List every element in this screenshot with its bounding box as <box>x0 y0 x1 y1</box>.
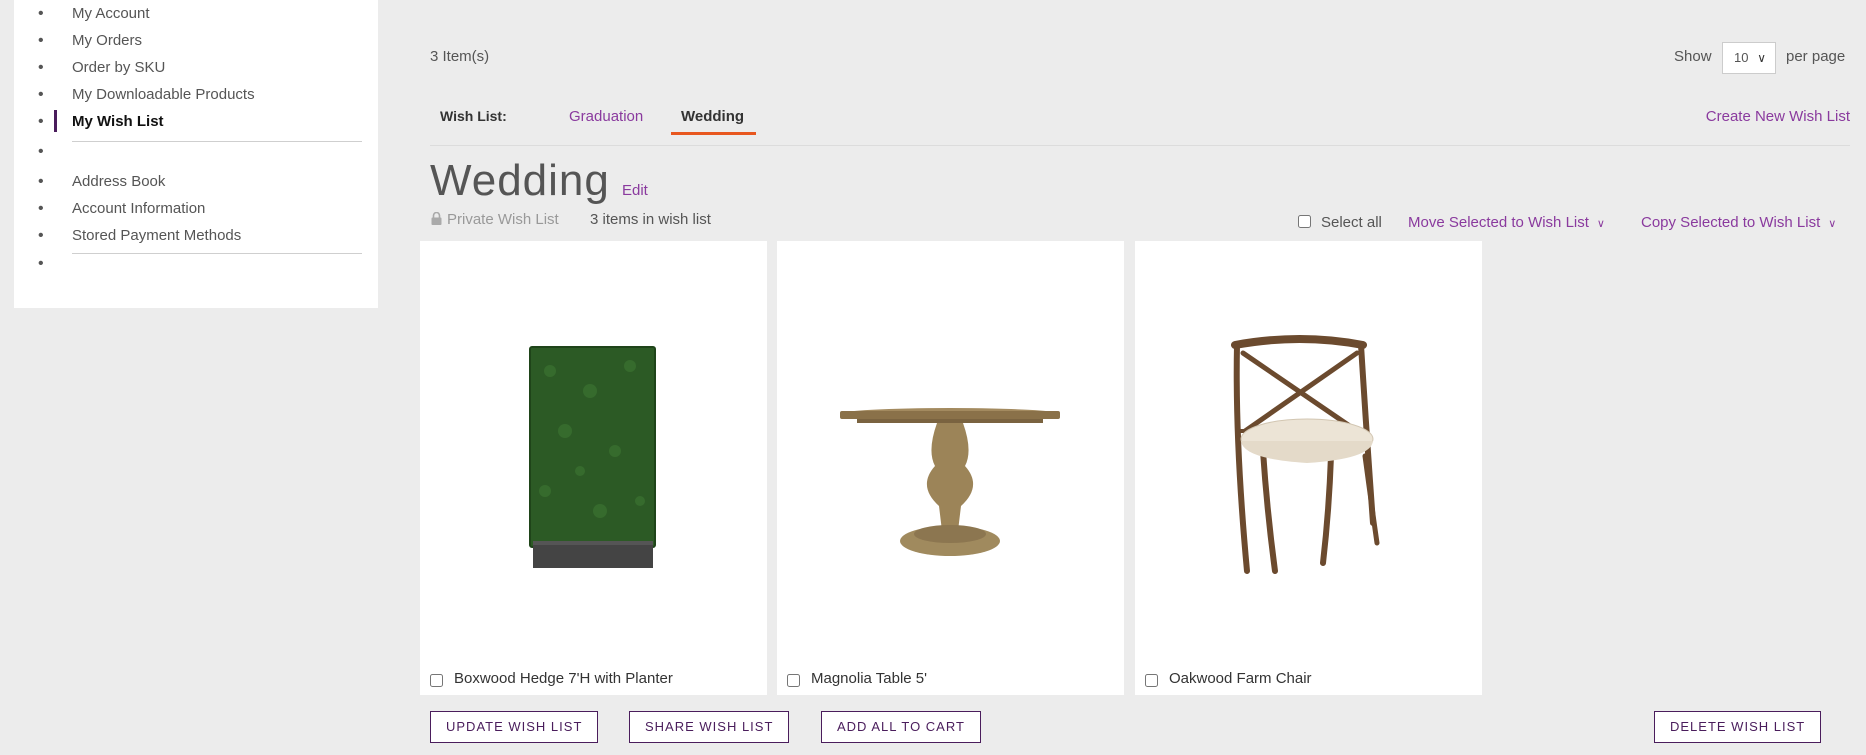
select-all-checkbox[interactable] <box>1298 215 1311 228</box>
select-all[interactable]: Select all <box>1298 214 1382 231</box>
product-card[interactable]: Boxwood Hedge 7'H with Planter <box>420 241 767 695</box>
page-title: Wedding <box>430 156 610 205</box>
sidebar-item-empty: • <box>14 252 378 279</box>
product-name[interactable]: Magnolia Table 5' <box>811 670 927 687</box>
lock-icon <box>431 212 442 225</box>
table-image[interactable] <box>777 241 1124 661</box>
sidebar-item-empty: • <box>14 140 378 167</box>
active-marker <box>54 110 57 132</box>
copy-selected-label: Copy Selected to Wish List <box>1641 214 1821 231</box>
items-in-list: 3 items in wish list <box>590 211 711 228</box>
privacy-status: Private Wish List <box>431 211 559 228</box>
delete-wishlist-button[interactable]: DELETE WISH LIST <box>1654 711 1822 743</box>
bullet: • <box>38 59 44 76</box>
account-sidebar: • My Account • My Orders • Order by SKU … <box>14 0 378 308</box>
bullet: • <box>38 173 44 190</box>
items-count: 3 Item(s) <box>430 48 490 65</box>
copy-selected-dropdown[interactable]: Copy Selected to Wish List ∨ <box>1641 214 1836 231</box>
sidebar-divider <box>72 141 362 142</box>
product-card[interactable]: Oakwood Farm Chair <box>1135 241 1482 695</box>
move-selected-label: Move Selected to Wish List <box>1408 214 1589 231</box>
show-label: Show <box>1674 48 1712 65</box>
sidebar-item-my-account[interactable]: • My Account <box>14 2 378 29</box>
sidebar-item-my-orders[interactable]: • My Orders <box>14 29 378 56</box>
product-checkbox[interactable] <box>430 674 443 687</box>
sidebar-divider <box>72 253 362 254</box>
bullet: • <box>38 143 44 160</box>
sidebar-item-account-information[interactable]: • Account Information <box>14 197 378 224</box>
product-checkbox[interactable] <box>787 674 800 687</box>
bullet: • <box>38 5 44 22</box>
product-name[interactable]: Boxwood Hedge 7'H with Planter <box>454 670 673 687</box>
hedge-image[interactable] <box>420 241 767 661</box>
bullet: • <box>38 227 44 244</box>
sidebar-item-label[interactable]: Account Information <box>72 200 205 217</box>
active-tab-underline <box>671 132 756 135</box>
bullet: • <box>38 200 44 217</box>
bullet: • <box>38 86 44 103</box>
per-page-value: 10 <box>1734 50 1749 65</box>
chair-image[interactable] <box>1135 241 1482 661</box>
per-page-select[interactable]: 10 ∨ <box>1722 42 1776 74</box>
sidebar-item-label[interactable]: My Account <box>72 5 150 22</box>
move-selected-dropdown[interactable]: Move Selected to Wish List ∨ <box>1408 214 1605 231</box>
product-checkbox[interactable] <box>1145 674 1158 687</box>
bullet: • <box>38 255 44 272</box>
tabs-title: Wish List: <box>440 108 507 124</box>
product-name[interactable]: Oakwood Farm Chair <box>1169 670 1312 687</box>
sidebar-item-label[interactable]: Address Book <box>72 173 165 190</box>
sidebar-item-label[interactable]: Stored Payment Methods <box>72 227 241 244</box>
sidebar-item-order-by-sku[interactable]: • Order by SKU <box>14 56 378 83</box>
share-wishlist-button[interactable]: SHARE WISH LIST <box>629 711 790 743</box>
bullet: • <box>38 32 44 49</box>
chevron-down-icon: ∨ <box>1828 218 1837 230</box>
sidebar-item-label: My Wish List <box>72 113 164 130</box>
sidebar-item-label[interactable]: My Downloadable Products <box>72 86 255 103</box>
wishlist-tabs: Wish List: Graduation Wedding Create New… <box>430 102 1850 146</box>
per-page-label: per page <box>1786 48 1846 65</box>
update-wishlist-button[interactable]: UPDATE WISH LIST <box>430 711 599 743</box>
chevron-down-icon: ∨ <box>1596 218 1605 230</box>
product-card[interactable]: Magnolia Table 5' <box>777 241 1124 695</box>
create-new-wishlist-link[interactable]: Create New Wish List <box>1706 108 1850 125</box>
add-all-to-cart-button[interactable]: ADD ALL TO CART <box>821 711 981 743</box>
sidebar-item-label[interactable]: Order by SKU <box>72 59 165 76</box>
tab-graduation[interactable]: Graduation <box>569 108 643 125</box>
edit-wishlist-link[interactable]: Edit <box>622 182 648 199</box>
privacy-label: Private Wish List <box>447 211 559 228</box>
select-all-label: Select all <box>1321 214 1382 231</box>
sidebar-item-downloadable-products[interactable]: • My Downloadable Products <box>14 83 378 110</box>
sidebar-item-my-wish-list: • My Wish List <box>14 110 378 137</box>
sidebar-item-address-book[interactable]: • Address Book <box>14 170 378 197</box>
tab-wedding[interactable]: Wedding <box>681 108 744 125</box>
sidebar-item-stored-payment-methods[interactable]: • Stored Payment Methods <box>14 224 378 251</box>
bullet: • <box>38 113 44 130</box>
sidebar-item-label[interactable]: My Orders <box>72 32 142 49</box>
chevron-down-icon: ∨ <box>1757 51 1766 65</box>
